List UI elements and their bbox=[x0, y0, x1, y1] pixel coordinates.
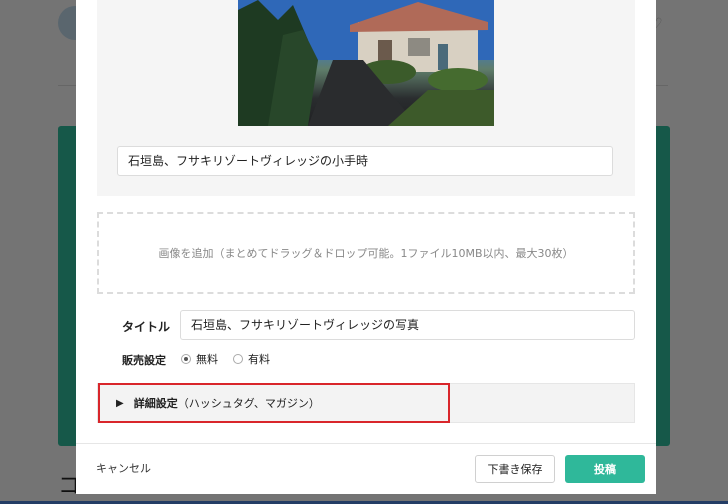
caption-input[interactable]: 石垣島、フサキリゾートヴィレッジの小手時 bbox=[117, 146, 613, 176]
details-settings-toggle[interactable]: ▶ 詳細設定 （ハッシュタグ、マガジン） bbox=[98, 383, 450, 423]
sale-option-paid[interactable]: 有料 bbox=[233, 351, 270, 367]
cancel-button[interactable]: キャンセル bbox=[96, 460, 151, 476]
radio-free-label: 無料 bbox=[196, 353, 218, 366]
title-input[interactable]: 石垣島、フサキリゾートヴィレッジの写真 bbox=[180, 310, 635, 340]
footer-divider bbox=[76, 443, 656, 444]
details-label-rest: （ハッシュタグ、マガジン） bbox=[177, 397, 320, 410]
save-draft-button[interactable]: 下書き保存 bbox=[475, 455, 555, 483]
radio-free[interactable] bbox=[181, 354, 191, 364]
image-card: 石垣島、フサキリゾートヴィレッジの小手時 bbox=[97, 0, 635, 196]
triangle-right-icon: ▶ bbox=[116, 397, 124, 409]
post-image-modal: 石垣島、フサキリゾートヴィレッジの小手時 画像を追加（まとめてドラッグ＆ドロップ… bbox=[76, 0, 656, 494]
sale-setting-label: 販売設定 bbox=[122, 354, 166, 367]
radio-paid-label: 有料 bbox=[248, 353, 270, 366]
uploaded-photo[interactable] bbox=[238, 0, 494, 126]
post-button[interactable]: 投稿 bbox=[565, 455, 645, 483]
dropzone-text: 画像を追加（まとめてドラッグ＆ドロップ可能。1ファイル10MB以内、最大30枚） bbox=[158, 247, 574, 260]
image-dropzone[interactable]: 画像を追加（まとめてドラッグ＆ドロップ可能。1ファイル10MB以内、最大30枚） bbox=[97, 212, 635, 294]
radio-paid[interactable] bbox=[233, 354, 243, 364]
details-label-bold: 詳細設定 bbox=[133, 397, 178, 410]
sale-option-free[interactable]: 無料 bbox=[181, 351, 218, 367]
title-label: タイトル bbox=[122, 320, 171, 334]
